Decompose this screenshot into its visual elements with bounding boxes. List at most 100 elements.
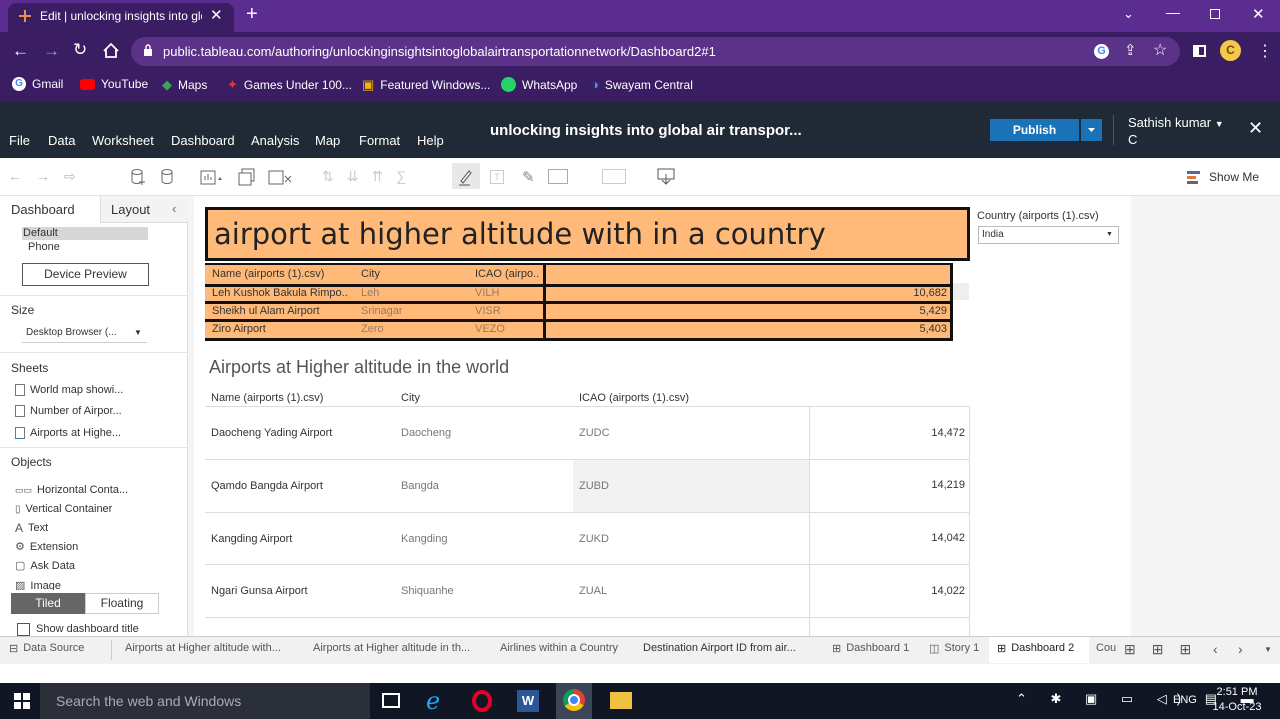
country-header-name[interactable]: Name (airports (1).csv)	[212, 265, 324, 284]
country-header-city[interactable]: City	[361, 265, 380, 284]
undo-redo-icons[interactable]: ←→⇨	[8, 168, 90, 185]
back-icon[interactable]: ←	[12, 41, 29, 61]
bookmark-youtube[interactable]: YouTube	[80, 77, 148, 91]
dashboard-tab-active[interactable]: ⊞ Dashboard 2	[997, 642, 1074, 655]
world-row-city[interactable]: Bangda	[401, 480, 439, 492]
bookmark-maps[interactable]: ◆ Maps	[162, 77, 207, 93]
highlight-button[interactable]	[452, 163, 480, 189]
world-row-altitude[interactable]: 14,219	[866, 479, 965, 491]
windows-start-icon[interactable]	[14, 693, 30, 709]
bookmark-star-icon[interactable]: ☆	[1153, 40, 1167, 60]
new-worksheet-icon[interactable]	[200, 168, 224, 186]
world-header-city[interactable]: City	[401, 392, 420, 404]
world-row-altitude[interactable]: 14,472	[866, 427, 965, 439]
sheet-tab[interactable]: Airports at Higher altitude in th...	[313, 642, 470, 654]
menu-dashboard[interactable]: Dashboard	[171, 133, 235, 148]
world-row-name[interactable]: Qamdo Bangda Airport	[211, 480, 323, 492]
world-row-city[interactable]: Kangding	[401, 533, 448, 545]
side-panel-icon[interactable]	[1193, 45, 1206, 57]
opera-icon[interactable]	[472, 690, 492, 712]
menu-data[interactable]: Data	[48, 133, 75, 148]
reload-icon[interactable]: ↻	[73, 40, 87, 60]
sheet-tab[interactable]: Cou	[1096, 642, 1116, 654]
show-me-icon[interactable]	[1187, 170, 1201, 184]
edge-icon[interactable]: e	[426, 687, 440, 715]
country-row-icao[interactable]: VILH	[475, 284, 499, 303]
object-extension[interactable]: ⚙ Extension	[15, 540, 78, 554]
user-menu[interactable]: Sathish kumar ▼ C	[1128, 115, 1228, 147]
country-row-icao[interactable]: VISR	[475, 302, 501, 321]
world-row-city[interactable]: Shiquanhe	[401, 585, 454, 597]
clear-sheet-icon[interactable]	[268, 168, 294, 186]
menu-help[interactable]: Help	[417, 133, 444, 148]
sheet-tab[interactable]: Airports at Higher altitude with...	[125, 642, 281, 654]
minimize-icon[interactable]: —	[1166, 4, 1180, 20]
bookmark-whatsapp[interactable]: WhatsApp	[501, 77, 577, 92]
world-row-name[interactable]: Kangding Airport	[211, 533, 292, 545]
object-horizontal-container[interactable]: ▭▭ Horizontal Conta...	[15, 484, 128, 496]
profile-avatar[interactable]: C	[1220, 40, 1241, 61]
scroll-right-icon[interactable]: ›	[1238, 641, 1243, 657]
object-text[interactable]: A Text	[15, 521, 48, 535]
world-row-icao[interactable]: ZUAL	[579, 585, 607, 597]
caret-down-icon[interactable]: ▼	[1264, 645, 1272, 654]
sheet-item[interactable]: World map showi...	[15, 384, 123, 396]
country-row-altitude[interactable]: 10,682	[850, 284, 947, 303]
publish-dropdown-button[interactable]	[1081, 119, 1102, 141]
country-row-altitude[interactable]: 5,403	[850, 320, 947, 339]
collapse-pane-icon[interactable]: ‹	[172, 201, 176, 216]
world-row-city[interactable]: Daocheng	[401, 427, 451, 439]
sort-aggregate-icons[interactable]: ⇅⇊⇈∑	[322, 168, 419, 185]
forward-icon[interactable]: →	[43, 41, 60, 61]
bookmark-gmail[interactable]: G Gmail	[12, 77, 63, 91]
world-row-icao[interactable]: ZUDC	[579, 427, 610, 439]
close-editor-icon[interactable]: ✕	[1248, 118, 1263, 139]
sheet-item[interactable]: Number of Airpor...	[15, 405, 122, 417]
more-menu-icon[interactable]: ⋮	[1257, 41, 1273, 61]
language-indicator[interactable]: ENG	[1173, 694, 1197, 706]
country-row-altitude[interactable]: 5,429	[850, 302, 947, 321]
country-row-city[interactable]: Zero	[361, 320, 384, 339]
pause-updates-icon[interactable]	[160, 168, 176, 186]
world-header-name[interactable]: Name (airports (1).csv)	[211, 392, 323, 404]
floating-toggle[interactable]: Floating	[85, 593, 159, 614]
close-tab-icon[interactable]: ✕	[210, 6, 223, 24]
world-row-name[interactable]: Ngari Gunsa Airport	[211, 585, 308, 597]
tiled-toggle[interactable]: Tiled	[11, 593, 85, 614]
world-row-icao[interactable]: ZUKD	[579, 533, 609, 545]
word-icon[interactable]: W	[517, 690, 539, 712]
data-source-tab[interactable]: ⊟ Data Source	[9, 642, 84, 655]
menu-analysis[interactable]: Analysis	[251, 133, 299, 148]
new-datasource-icon[interactable]	[130, 168, 146, 186]
file-explorer-icon[interactable]	[610, 692, 632, 709]
menu-format[interactable]: Format	[359, 133, 400, 148]
country-row-name[interactable]: Sheikh ul Alam Airport	[212, 302, 320, 321]
sheet-tab[interactable]: Airlines within a Country	[500, 642, 618, 654]
task-view-icon[interactable]	[382, 693, 400, 708]
window-close-icon[interactable]: ✕	[1252, 5, 1265, 23]
fit-icon[interactable]	[548, 169, 568, 184]
object-vertical-container[interactable]: ▯ Vertical Container	[15, 503, 112, 515]
download-icon[interactable]	[657, 167, 675, 185]
sheet-tab[interactable]: Destination Airport ID from air...	[643, 642, 796, 654]
home-icon[interactable]	[103, 43, 119, 58]
country-row-name[interactable]: Ziro Airport	[212, 320, 266, 339]
country-row-city[interactable]: Srinagar	[361, 302, 403, 321]
maximize-icon[interactable]	[1210, 9, 1220, 19]
scroll-left-icon[interactable]: ‹	[1213, 641, 1218, 657]
bookmark-games[interactable]: ✦ Games Under 100...	[227, 77, 352, 93]
world-row-altitude[interactable]: 14,022	[866, 585, 965, 597]
country-row-name[interactable]: Leh Kushok Bakula Rimpo..	[212, 284, 348, 303]
duplicate-sheet-icon[interactable]	[238, 168, 258, 186]
fix-axes-icon[interactable]	[602, 169, 626, 184]
object-image[interactable]: ▨ Image	[15, 579, 61, 591]
world-row-name[interactable]: Daocheng Yading Airport	[211, 427, 332, 439]
publish-button[interactable]: Publish	[990, 119, 1079, 141]
world-row-icao[interactable]: ZUBD	[579, 480, 609, 492]
device-phone[interactable]: Phone	[28, 241, 60, 253]
menu-worksheet[interactable]: Worksheet	[92, 133, 154, 148]
bookmark-featured-windows[interactable]: ▣ Featured Windows...	[362, 77, 490, 93]
world-row-altitude[interactable]: 14,042	[866, 532, 965, 544]
show-me-label[interactable]: Show Me	[1209, 170, 1259, 184]
device-preview-button[interactable]: Device Preview	[22, 263, 149, 286]
